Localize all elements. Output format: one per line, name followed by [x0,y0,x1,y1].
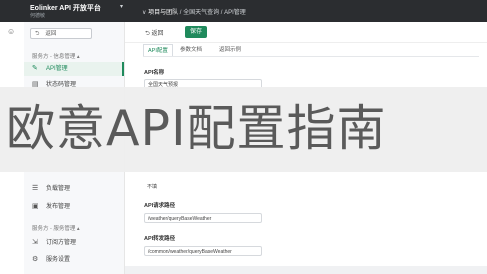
users-icon: ⇲ [32,239,38,246]
sidebar-item-subscribers[interactable]: ⇲ 订阅方管理 [24,236,124,250]
back-button[interactable]: ⮌ 返回 [145,28,164,39]
chevron-down-icon[interactable]: ▾ [120,3,123,10]
back-button-label: 返回 [151,31,164,37]
sidebar-back-button[interactable]: ⮌ 返回 [30,28,92,39]
request-path-input[interactable]: /weather/queryBaseWeather [144,213,262,223]
api-name-label: API名称 [144,70,165,76]
back-label: 返回 [45,31,57,37]
banner-title: 欧意API配置指南 [6,100,387,157]
back-arrow-icon: ⮌ [35,31,40,37]
breadcrumb: ∨ 项目与团队 / 全国天气查询 / API管理 [142,7,246,16]
toolbar: ⮌ 返回 保存 [125,22,487,43]
top-bar: Eolinker API 开放平台 何德敏 ▾ ∨ 项目与团队 / 全国天气查询… [0,0,487,22]
sidebar-item-label: 服务设置 [46,257,71,263]
sidebar-item-service-settings[interactable]: ⚙ 服务设置 [24,253,124,267]
sidebar-item-api-management[interactable]: ✎ API管理 [24,62,124,76]
sidebar-item-label: 负载管理 [46,186,71,192]
sidebar-item-label: 订阅方管理 [46,240,77,246]
settings-icon: ⚙ [32,256,39,263]
tab-response-example[interactable]: 返回示例 [219,44,241,56]
sidebar-item-label: 发布管理 [46,204,71,210]
user-name: 何德敏 [30,13,46,19]
stack-icon: ☰ [32,185,39,192]
footer-bar [125,266,487,274]
publish-icon: ▣ [32,203,39,210]
user-icon[interactable]: ☺ [7,28,15,36]
title-banner: 欧意API配置指南 [0,87,487,172]
save-button[interactable]: 保存 [185,26,207,38]
nav-group-info[interactable]: 服务方 - 信息管理 ▴ [32,52,80,60]
partial-field: 不填 [144,182,168,192]
request-path-label: API请求路径 [144,203,176,209]
tab-param-docs[interactable]: 参数文档 [180,44,202,56]
breadcrumb-item-team[interactable]: 项目与团队 [148,10,178,16]
sidebar-item-label: API管理 [46,66,68,72]
breadcrumb-separator: / [220,10,223,16]
nav-group-service[interactable]: 服务方 - 服务管理 ▴ [32,224,80,232]
sidebar-item-publish[interactable]: ▣ 发布管理 [24,200,124,214]
breadcrumb-item-api[interactable]: API管理 [224,10,246,16]
forward-path-input[interactable]: /common/weather/queryBaseWeather [144,246,262,256]
forward-path-label: API转发路径 [144,236,176,242]
breadcrumb-separator: / [179,10,182,16]
breadcrumb-item-project[interactable]: 全国天气查询 [183,10,219,16]
sidebar-item-load[interactable]: ☰ 负载管理 [24,182,124,196]
wrench-icon: ✎ [32,65,38,72]
tab-divider [143,56,479,57]
